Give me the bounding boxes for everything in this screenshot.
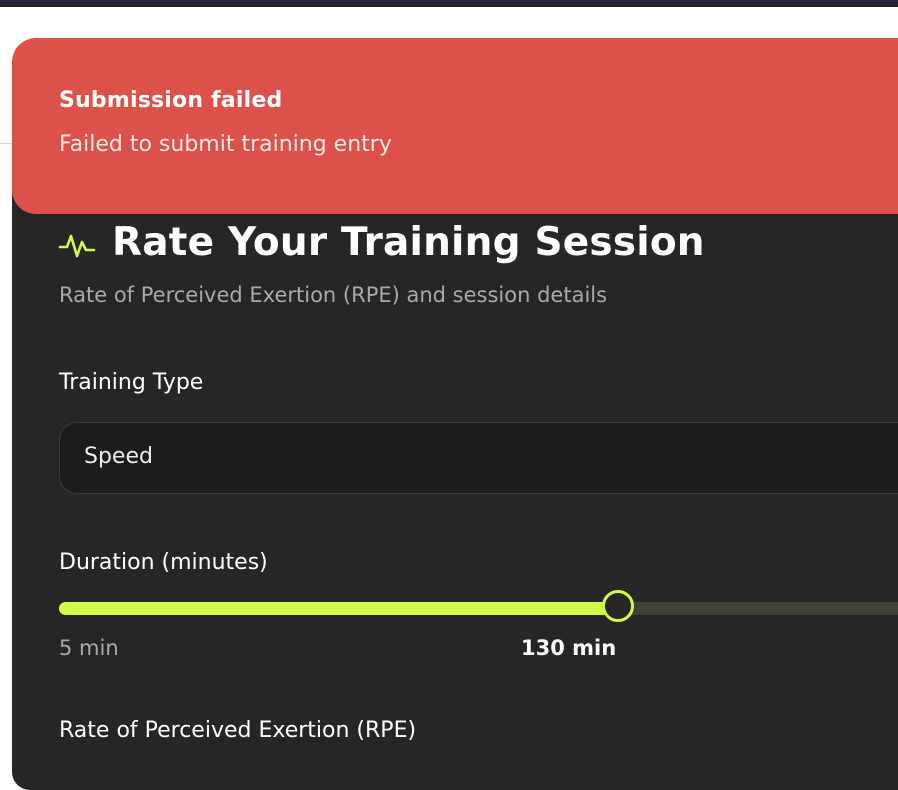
duration-slider-fill — [59, 602, 618, 615]
error-toast: Submission failed Failed to submit train… — [12, 38, 898, 214]
duration-min-label: 5 min — [59, 636, 119, 660]
card-title: Rate Your Training Session — [112, 220, 705, 265]
top-bar — [0, 0, 898, 7]
training-type-select[interactable]: Speed — [59, 422, 898, 494]
rpe-label: Rate of Perceived Exertion (RPE) — [59, 718, 417, 743]
training-type-value: Speed — [84, 444, 153, 469]
toast-description: Failed to submit training entry — [59, 132, 392, 157]
duration-slider-thumb[interactable] — [602, 590, 634, 622]
duration-label: Duration (minutes) — [59, 550, 268, 575]
duration-slider-track[interactable] — [59, 590, 898, 622]
toast-title: Submission failed — [59, 88, 283, 113]
activity-pulse-icon — [58, 234, 96, 258]
training-type-label: Training Type — [59, 370, 204, 395]
duration-current-value: 130 min — [521, 636, 617, 660]
card-subtitle: Rate of Perceived Exertion (RPE) and ses… — [59, 283, 608, 307]
